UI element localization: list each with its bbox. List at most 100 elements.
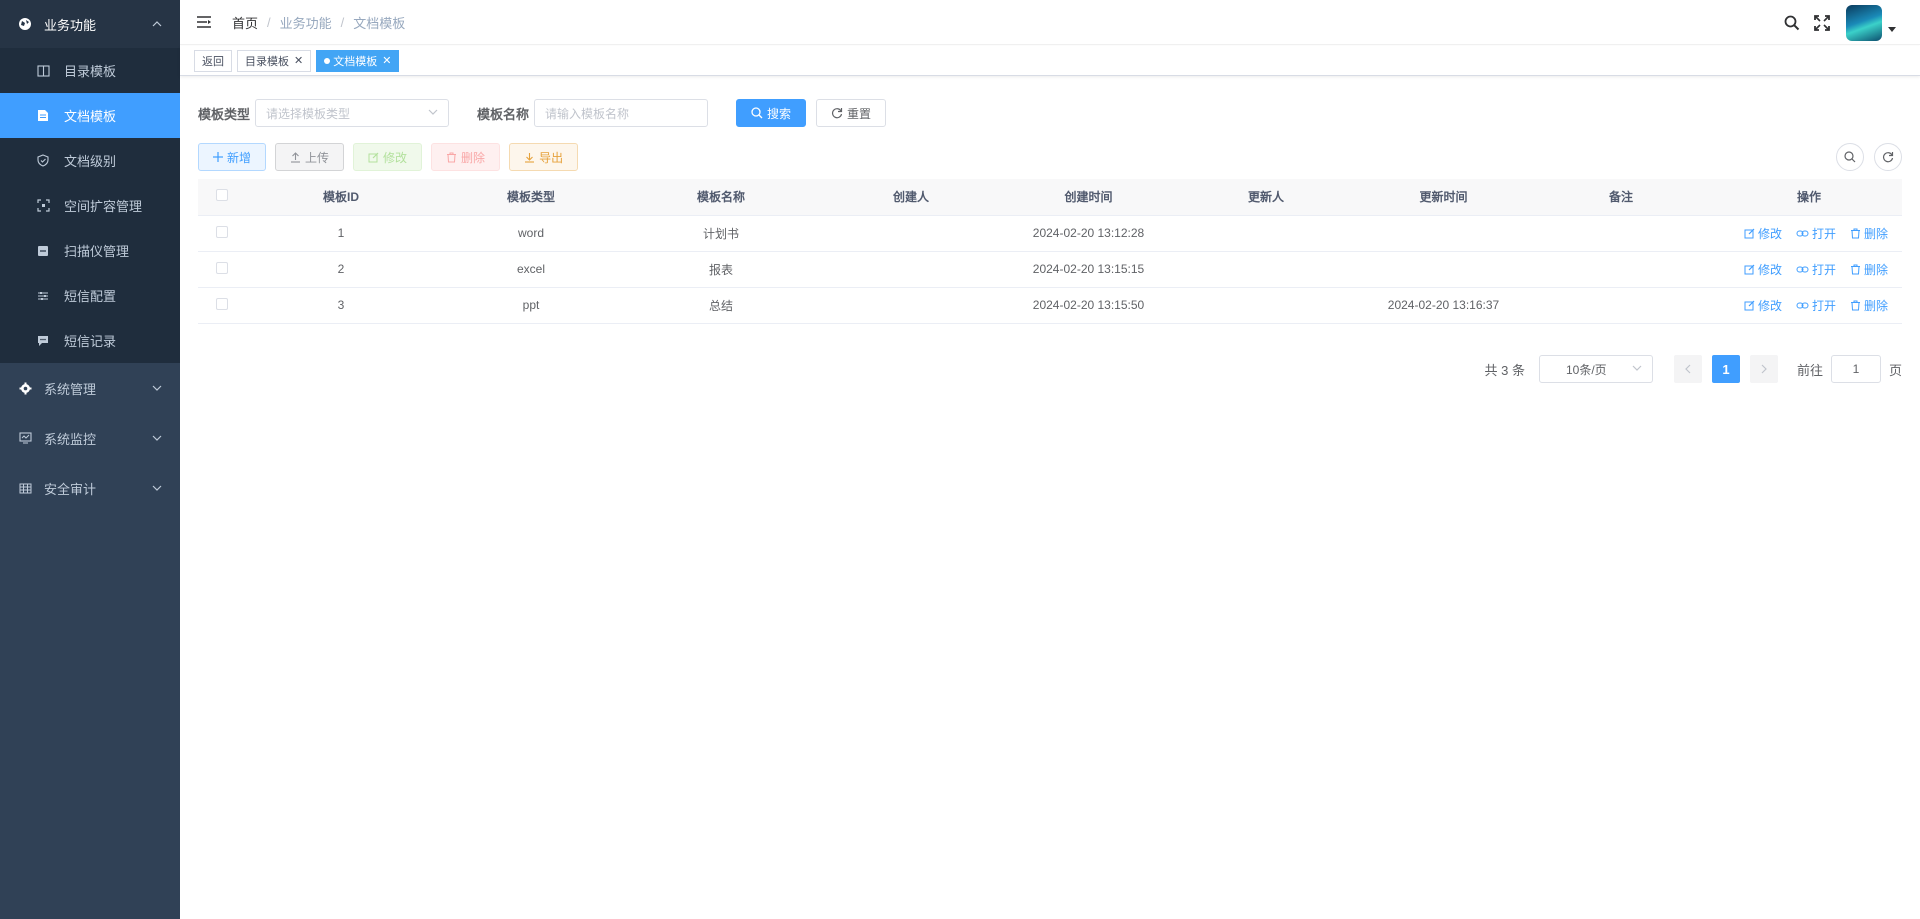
goto-page-input[interactable]: 1 xyxy=(1830,355,1881,383)
column-header: 模板类型 xyxy=(436,179,626,216)
column-header: 创建时间 xyxy=(1006,179,1171,216)
sidebar-item-label: 短信记录 xyxy=(64,334,117,349)
column-header: 更新时间 xyxy=(1361,179,1526,216)
close-icon[interactable]: ✕ xyxy=(294,54,303,67)
fullscreen-icon[interactable] xyxy=(1812,13,1832,33)
sidebar-item-space-expansion[interactable]: 空间扩容管理 xyxy=(0,183,180,228)
template-name-input[interactable]: 请输入模板名称 xyxy=(534,99,709,127)
delete-button[interactable]: 删除 xyxy=(431,143,501,171)
menu-group-system-management[interactable]: 系统管理 xyxy=(0,363,180,413)
chevron-up-icon xyxy=(152,19,162,29)
link-icon xyxy=(1796,229,1809,238)
cell-creator xyxy=(816,215,1006,252)
row-edit-link[interactable]: 修改 xyxy=(1744,261,1782,278)
trash-icon xyxy=(1850,264,1861,275)
delete-label: 删除 xyxy=(1863,298,1888,313)
close-icon[interactable]: ✕ xyxy=(382,54,391,67)
tag-catalog-template[interactable]: 目录模板 ✕ xyxy=(237,49,312,72)
edit-icon xyxy=(1744,264,1755,275)
row-edit-link[interactable]: 修改 xyxy=(1744,297,1782,314)
tags-view: 返回 目录模板 ✕ 文档模板 ✕ xyxy=(180,46,1920,76)
submenu-business: 目录模板 文档模板 文档级别 空间扩容管理 扫描仪管理 短信配置 短信记录 xyxy=(0,48,180,363)
row-delete-link[interactable]: 删除 xyxy=(1850,225,1888,242)
menu-group-label: 安全审计 xyxy=(44,481,97,497)
template-type-label: 模板类型 xyxy=(198,106,251,122)
row-delete-link[interactable]: 删除 xyxy=(1850,297,1888,314)
row-delete-link[interactable]: 删除 xyxy=(1850,261,1888,278)
sidebar-item-scanner[interactable]: 扫描仪管理 xyxy=(0,228,180,273)
navbar: 首页 / 业务功能 / 文档模板 xyxy=(180,0,1920,45)
row-open-link[interactable]: 打开 xyxy=(1796,225,1836,242)
trash-icon xyxy=(1850,228,1861,239)
page-number[interactable]: 1 xyxy=(1711,355,1740,383)
export-button[interactable]: 导出 xyxy=(509,143,579,171)
select-all-checkbox[interactable] xyxy=(198,179,246,216)
column-header: 创建人 xyxy=(816,179,1006,216)
checkbox[interactable] xyxy=(216,297,228,310)
sidebar-item-catalog-template[interactable]: 目录模板 xyxy=(0,48,180,93)
upload-button-label: 上传 xyxy=(305,150,330,165)
edit-label: 修改 xyxy=(1757,226,1782,241)
search-icon xyxy=(1844,151,1856,163)
edit-button[interactable]: 修改 xyxy=(353,143,423,171)
hamburger-icon[interactable] xyxy=(196,14,212,30)
chevron-down-icon xyxy=(428,106,438,120)
trash-icon xyxy=(446,152,457,163)
sidebar-item-sms-record[interactable]: 短信记录 xyxy=(0,318,180,363)
sidebar-item-document-template[interactable]: 文档模板 xyxy=(0,93,180,138)
search-button[interactable]: 搜索 xyxy=(736,99,807,127)
toggle-search-button[interactable] xyxy=(1836,143,1864,171)
breadcrumb: 首页 / 业务功能 / 文档模板 xyxy=(232,13,405,32)
expand-icon xyxy=(36,199,50,213)
monitor-icon xyxy=(18,431,32,445)
row-select[interactable] xyxy=(198,215,246,252)
row-select[interactable] xyxy=(198,251,246,288)
toolbar: 新增 上传 修改 删除 导出 xyxy=(198,143,1902,171)
tag-label: 目录模板 xyxy=(245,55,289,68)
checkbox[interactable] xyxy=(216,261,228,274)
pagination: 共 3 条 10条/页 1 前往 1 页 xyxy=(1485,355,1902,383)
cell-id: 2 xyxy=(246,251,436,288)
refresh-button[interactable] xyxy=(1874,143,1902,171)
row-select[interactable] xyxy=(198,287,246,324)
sidebar-item-sms-config[interactable]: 短信配置 xyxy=(0,273,180,318)
prev-page-button[interactable] xyxy=(1673,355,1702,383)
open-label: 打开 xyxy=(1811,262,1836,277)
row-edit-link[interactable]: 修改 xyxy=(1744,225,1782,242)
caret-down-icon[interactable] xyxy=(1888,26,1896,35)
tag-back[interactable]: 返回 xyxy=(194,49,232,72)
cell-name: 总结 xyxy=(626,287,816,324)
cell-type: excel xyxy=(436,251,626,288)
tag-document-template[interactable]: 文档模板 ✕ xyxy=(316,49,400,72)
template-type-select[interactable]: 请选择模板类型 xyxy=(255,99,450,127)
cell-name: 计划书 xyxy=(626,215,816,252)
cell-updated xyxy=(1361,251,1526,288)
reset-button[interactable]: 重置 xyxy=(816,99,887,127)
checkbox[interactable] xyxy=(216,189,228,202)
delete-button-label: 删除 xyxy=(461,150,486,165)
trash-icon xyxy=(1850,300,1861,311)
goto-label: 前往 xyxy=(1796,362,1823,378)
menu-group-system-monitor[interactable]: 系统监控 xyxy=(0,413,180,463)
cell-type: word xyxy=(436,215,626,252)
page-size-select[interactable]: 10条/页 xyxy=(1538,355,1653,383)
tag-label: 文档模板 xyxy=(333,55,378,68)
search-icon[interactable] xyxy=(1782,13,1802,33)
breadcrumb-home[interactable]: 首页 xyxy=(232,13,258,32)
next-page-button[interactable] xyxy=(1749,355,1778,383)
avatar[interactable] xyxy=(1846,4,1882,41)
cell-creator xyxy=(816,251,1006,288)
breadcrumb-separator: / xyxy=(267,14,271,30)
add-button[interactable]: 新增 xyxy=(198,143,267,171)
menu-group-business[interactable]: 业务功能 xyxy=(0,0,180,48)
column-header: 更新人 xyxy=(1171,179,1361,216)
menu-group-security-audit[interactable]: 安全审计 xyxy=(0,463,180,513)
row-open-link[interactable]: 打开 xyxy=(1796,297,1836,314)
sidebar-item-document-level[interactable]: 文档级别 xyxy=(0,138,180,183)
refresh-icon xyxy=(831,107,843,119)
sidebar-item-label: 文档级别 xyxy=(64,154,117,169)
upload-button[interactable]: 上传 xyxy=(275,143,345,171)
row-open-link[interactable]: 打开 xyxy=(1796,261,1836,278)
chevron-left-icon xyxy=(1685,364,1691,374)
checkbox[interactable] xyxy=(216,225,228,238)
